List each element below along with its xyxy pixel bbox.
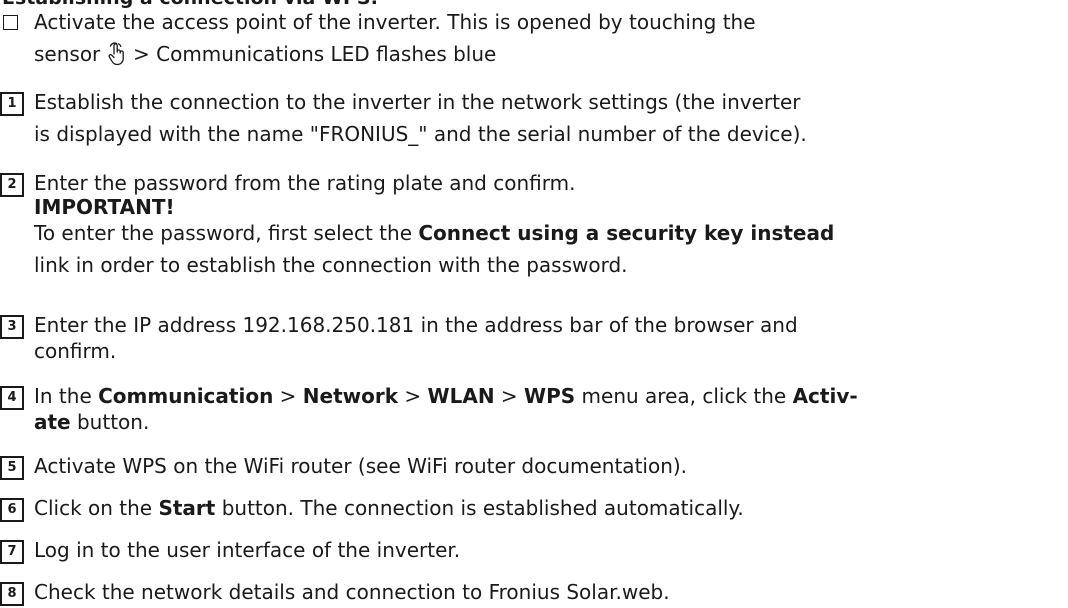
step-1-line-2: is displayed with the name "FRONIUS_" an… [34, 122, 807, 146]
text-fragment: In the [34, 384, 99, 408]
step-2-line-4: link in order to establish the connectio… [34, 253, 628, 277]
step-number-badge: 6 [0, 498, 24, 522]
step-number-badge: 8 [0, 582, 24, 606]
precondition-line-2-pre: sensor [34, 42, 101, 66]
activate-button-label-cont: ate [34, 410, 71, 434]
menu-communication: Communication [98, 384, 274, 408]
text-fragment: button. The connection is established au… [215, 496, 744, 520]
activate-button-label: Activ- [792, 384, 858, 408]
step-text: Check the network details and connection… [34, 576, 1064, 608]
step-number-badge: 7 [0, 540, 24, 564]
menu-wlan: WLAN [427, 384, 495, 408]
separator: > [398, 384, 428, 408]
text-fragment: button. [70, 410, 150, 434]
start-button-label: Start [158, 496, 216, 520]
step-number-badge: 2 [0, 173, 24, 197]
precondition-line-2: sensor > Communications LED flashes blue [34, 38, 1064, 70]
step-1-line-1: Establish the connection to the inverter… [34, 90, 801, 114]
step-number-badge: 3 [0, 315, 24, 339]
text-fragment: Click on the [34, 496, 159, 520]
separator: > [273, 384, 303, 408]
step-text: Enter the IP address 192.168.250.181 in … [34, 309, 1064, 367]
checkbox-icon [3, 15, 18, 30]
precondition-line-1: Activate the access point of the inverte… [34, 10, 756, 34]
touch-sensor-icon [108, 42, 124, 66]
step-7-line-1: Log in to the user interface of the inve… [34, 538, 461, 562]
precondition-line-2-post: > Communications LED flashes blue [126, 42, 497, 66]
step-text: Activate WPS on the WiFi router (see WiF… [34, 450, 1064, 482]
step-6-line-1: Click on the Start button. The connectio… [34, 492, 1064, 524]
important-label: IMPORTANT! [34, 195, 175, 219]
step-text: Click on the Start button. The connectio… [34, 492, 1064, 524]
menu-network: Network [302, 384, 399, 408]
step-text: Establish the connection to the inverter… [34, 86, 1064, 150]
step-number-badge: 1 [0, 92, 24, 116]
security-key-link-label: Connect using a security key instead [418, 221, 835, 245]
step-number-badge: 5 [0, 456, 24, 480]
menu-wps: WPS [524, 384, 576, 408]
step-text: Log in to the user interface of the inve… [34, 534, 1064, 566]
step-text: In the Communication > Network > WLAN > … [34, 380, 1064, 438]
separator: > [494, 384, 525, 408]
step-text: Enter the password from the rating plate… [34, 167, 1064, 281]
precondition-text: Activate the access point of the inverte… [34, 6, 1064, 70]
step-number-badge: 4 [0, 386, 24, 410]
text-fragment: menu area, click the [575, 384, 793, 408]
step-8-line-1: Check the network details and connection… [34, 580, 670, 604]
step-2-line-3: To enter the password, first select the [34, 221, 419, 245]
step-5-line-1: Activate WPS on the WiFi router (see WiF… [34, 454, 688, 478]
